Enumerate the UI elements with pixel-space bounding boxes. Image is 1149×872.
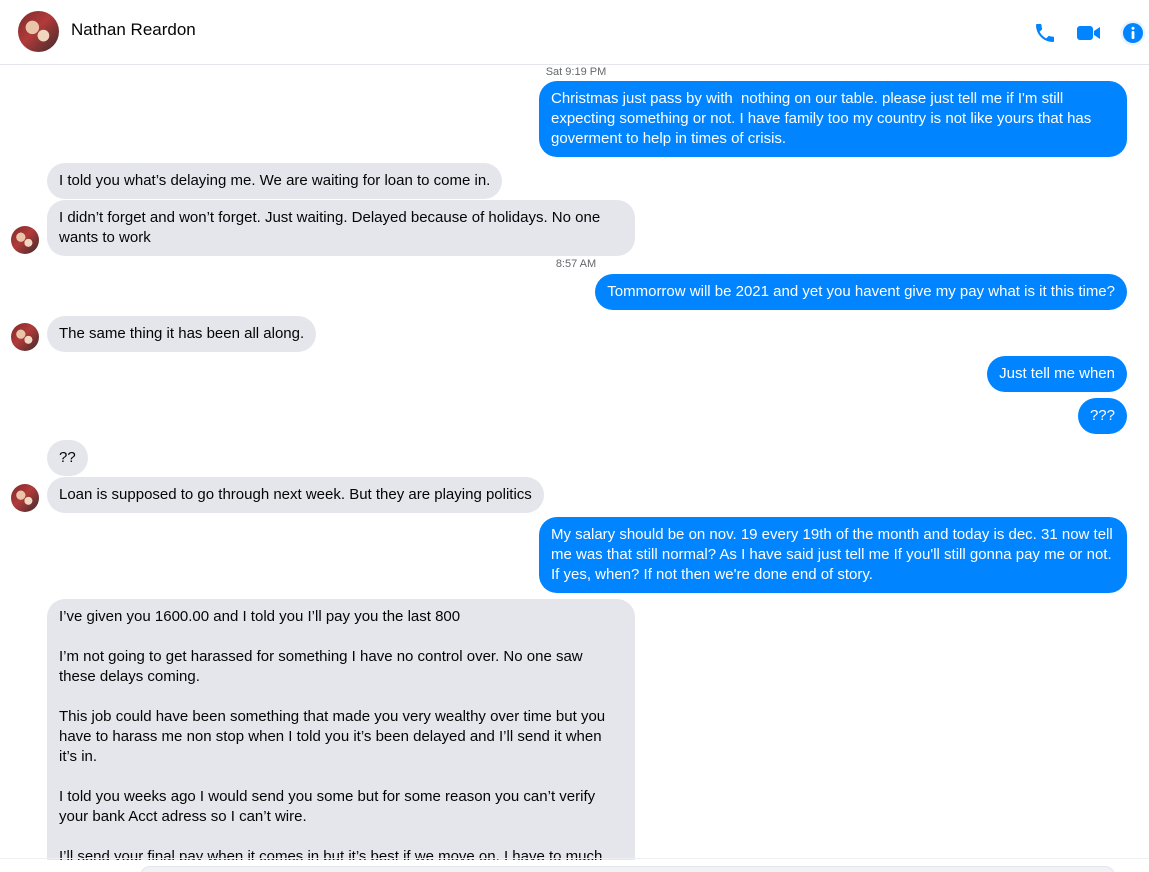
contact-name[interactable]: Nathan Reardon: [71, 20, 196, 40]
sender-avatar: [11, 226, 39, 254]
phone-icon: [1036, 24, 1054, 42]
outgoing-message[interactable]: Tommorrow will be 2021 and yet you haven…: [595, 274, 1127, 310]
conversation-info-button[interactable]: [1119, 19, 1147, 47]
video-camera-icon: [1077, 26, 1100, 40]
incoming-message[interactable]: ??: [47, 440, 88, 476]
thread-divider: [0, 858, 1149, 859]
sender-avatar: [11, 484, 39, 512]
outgoing-message[interactable]: Just tell me when: [987, 356, 1127, 392]
message-thread[interactable]: Sat 9:19 PM Christmas just pass by with …: [0, 66, 1149, 860]
incoming-message[interactable]: I’ve given you 1600.00 and I told you I’…: [47, 599, 635, 860]
incoming-message[interactable]: The same thing it has been all along.: [47, 316, 317, 352]
message-timestamp: 8:57 AM: [555, 258, 597, 270]
outgoing-message[interactable]: My salary should be on nov. 19 every 19t…: [539, 517, 1127, 593]
incoming-message[interactable]: I told you what’s delaying me. We are wa…: [47, 163, 503, 199]
sender-avatar: [11, 323, 39, 351]
info-icon: [1120, 20, 1146, 46]
incoming-message[interactable]: I didn’t forget and won’t forget. Just w…: [47, 200, 635, 256]
incoming-message[interactable]: Loan is supposed to go through next week…: [47, 477, 544, 513]
video-call-button[interactable]: [1075, 19, 1103, 47]
message-composer[interactable]: [140, 866, 1115, 872]
voice-call-button[interactable]: [1031, 19, 1059, 47]
conversation-header: Nathan Reardon: [0, 0, 1149, 65]
contact-avatar[interactable]: [18, 11, 59, 52]
message-timestamp: Sat 9:19 PM: [545, 66, 607, 78]
outgoing-message[interactable]: ???: [1077, 398, 1127, 434]
outgoing-message[interactable]: Christmas just pass by with nothing on o…: [539, 81, 1127, 157]
